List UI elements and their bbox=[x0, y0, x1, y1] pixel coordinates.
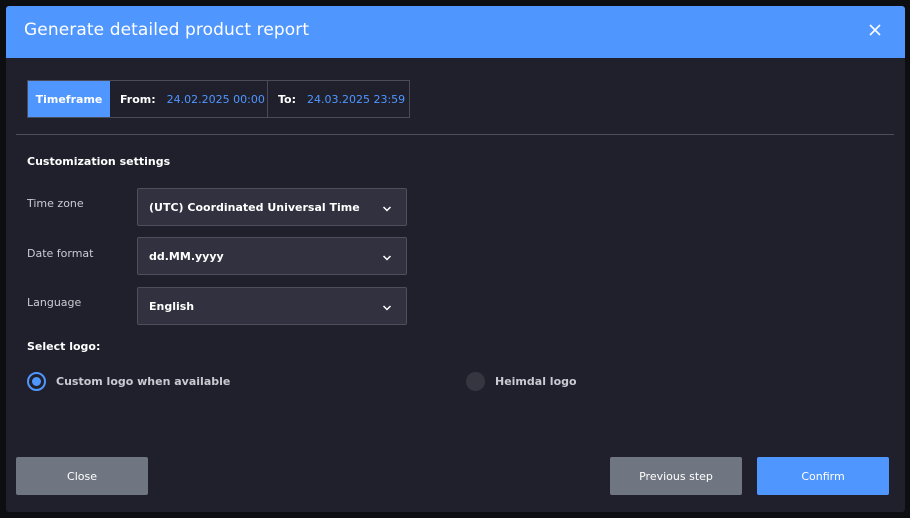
modal-title: Generate detailed product report bbox=[24, 20, 310, 40]
radio-custom-logo[interactable]: Custom logo when available bbox=[27, 372, 230, 391]
timeframe-to[interactable]: To: 24.03.2025 23:59 bbox=[268, 81, 409, 117]
chevron-down-icon bbox=[382, 302, 392, 311]
radio-heimdal-logo-label: Heimdal logo bbox=[495, 375, 577, 388]
language-select[interactable]: English bbox=[137, 287, 407, 325]
modal-header: Generate detailed product report bbox=[6, 6, 905, 58]
radio-heimdal-logo[interactable]: Heimdal logo bbox=[466, 372, 577, 391]
to-value[interactable]: 24.03.2025 23:59 bbox=[307, 93, 405, 106]
chevron-down-icon bbox=[382, 203, 392, 212]
to-label: To: bbox=[278, 92, 296, 106]
radio-button[interactable] bbox=[466, 372, 485, 391]
language-value: English bbox=[149, 299, 195, 313]
from-label: From: bbox=[120, 92, 156, 106]
section-divider bbox=[16, 134, 894, 135]
timeframe-label: Timeframe bbox=[28, 81, 110, 117]
chevron-down-icon bbox=[382, 252, 392, 261]
report-modal: Generate detailed product report Timefra… bbox=[6, 6, 905, 512]
language-label: Language bbox=[27, 296, 82, 309]
date-format-select[interactable]: dd.MM.yyyy bbox=[137, 237, 407, 275]
confirm-button[interactable]: Confirm bbox=[757, 457, 889, 495]
timezone-label: Time zone bbox=[27, 197, 84, 210]
from-value[interactable]: 24.02.2025 00:00 bbox=[167, 93, 265, 106]
radio-button-selected[interactable] bbox=[27, 372, 46, 391]
date-format-label: Date format bbox=[27, 247, 94, 260]
timezone-value: (UTC) Coordinated Universal Time bbox=[149, 200, 360, 214]
customization-title: Customization settings bbox=[27, 155, 171, 168]
close-button[interactable]: Close bbox=[16, 457, 148, 495]
select-logo-title: Select logo: bbox=[27, 340, 101, 353]
close-icon[interactable] bbox=[865, 20, 885, 40]
timeframe-from[interactable]: From: 24.02.2025 00:00 bbox=[110, 81, 268, 117]
timezone-select[interactable]: (UTC) Coordinated Universal Time bbox=[137, 188, 407, 226]
radio-custom-logo-label: Custom logo when available bbox=[56, 375, 231, 388]
previous-step-button[interactable]: Previous step bbox=[610, 457, 742, 495]
timeframe-bar: Timeframe From: 24.02.2025 00:00 To: 24.… bbox=[27, 80, 410, 118]
date-format-value: dd.MM.yyyy bbox=[149, 249, 224, 263]
